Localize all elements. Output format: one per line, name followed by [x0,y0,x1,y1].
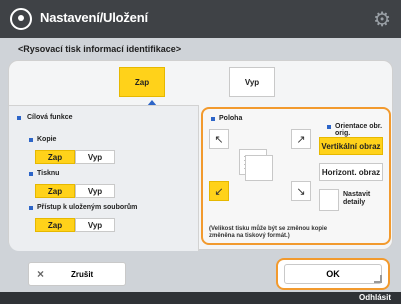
copy-on-button[interactable]: Zap [35,150,75,164]
access-off-button[interactable]: Vyp [75,218,115,232]
print-off-button[interactable]: Vyp [75,184,115,198]
logout-button[interactable]: Odhlásit [359,293,391,302]
access-label: Přístup k uloženým souborům [37,204,138,211]
copy-off-button[interactable]: Vyp [75,150,115,164]
bottom-bar: × Zrušit OK [0,255,401,291]
top-on-button[interactable]: Zap [119,67,165,97]
set-details-button[interactable] [319,189,339,211]
title-bar: Nastavení/Uložení ⚙ [0,0,401,38]
close-icon: × [37,267,45,281]
copy-label: Kopie [37,136,57,143]
position-top-right-button[interactable]: ↗ [291,129,311,149]
set-details-label: Nastavit detaily [343,191,371,206]
position-section: Poloha ↖ ↗ ↙ ↘ Orientace obr. orig. Vert… [201,107,391,245]
target-function-section: Cílová funkce Kopie Zap Vyp Tisknu Zap V… [9,105,199,251]
bullet-icon [327,125,331,129]
vertical-image-button[interactable]: Vertikální obraz [319,137,383,155]
position-bottom-left-button[interactable]: ↙ [209,181,229,201]
main-panel: Zap Vyp Cílová funkce Kopie Zap Vyp Tisk… [8,60,393,251]
document-preview-back-icon [245,155,273,181]
bullet-icon [29,206,33,210]
print-on-button[interactable]: Zap [35,184,75,198]
bullet-icon [211,117,215,121]
ok-button-frame: OK [276,258,390,290]
bullet-icon [29,172,33,176]
orientation-label: Orientace obr. orig. [335,123,383,137]
print-label: Tisknu [37,170,60,177]
bullet-icon [29,138,33,142]
position-top-left-button[interactable]: ↖ [209,129,229,149]
access-on-button[interactable]: Zap [35,218,75,232]
status-bar: Odhlásit [0,292,401,304]
position-note: (Velikost tisku může být se změnou kopie… [209,226,328,239]
window-title: Nastavení/Uložení [40,10,148,25]
gear-icon[interactable]: ⚙ [373,7,391,32]
position-bottom-right-button[interactable]: ↘ [291,181,311,201]
breadcrumb: <Rysovací tisk informací identifikace> [18,44,182,54]
settings-menu-icon [10,8,32,30]
top-off-button[interactable]: Vyp [229,67,275,97]
cancel-label: Zrušit [71,270,94,279]
target-function-header: Cílová funkce [27,114,73,121]
resize-grip-icon [374,275,382,283]
cancel-button[interactable]: × Zrušit [28,262,126,286]
ok-button[interactable]: OK [284,264,382,284]
horizontal-image-button[interactable]: Horizont. obraz [319,163,383,181]
bullet-icon [17,116,21,120]
position-label: Poloha [219,115,243,122]
